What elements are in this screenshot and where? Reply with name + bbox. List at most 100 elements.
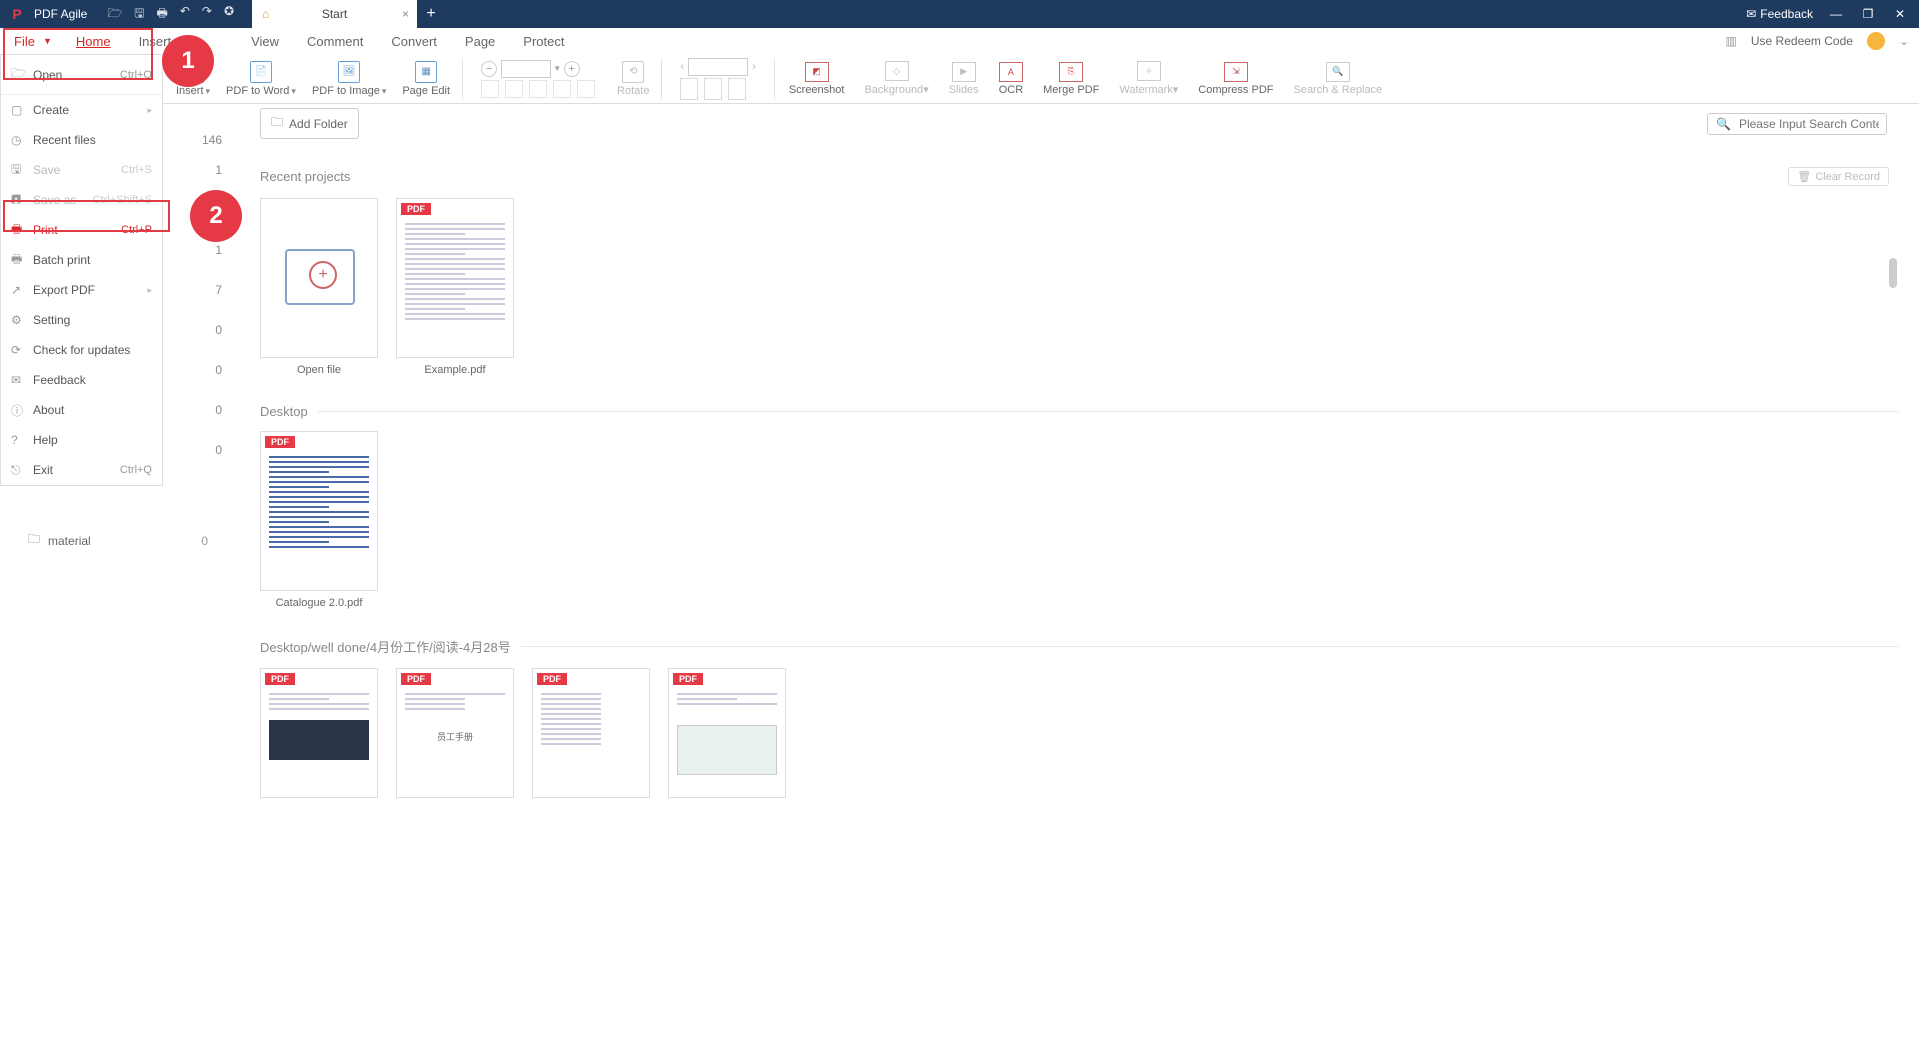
- file-menu-print[interactable]: 🖶 Print Ctrl+P: [1, 215, 162, 245]
- close-button[interactable]: ✕: [1891, 7, 1909, 21]
- home-icon: ⌂: [262, 7, 269, 21]
- file-menu-exit[interactable]: ⎋ Exit Ctrl+Q: [1, 455, 162, 485]
- chevron-right-icon: ▸: [147, 105, 152, 116]
- section-path3: Desktop/well done/4月份工作/阅读-4月28号: [260, 637, 1899, 656]
- file-menu-open[interactable]: 🗁 Open Ctrl+O: [1, 55, 162, 95]
- menubar: File ▼ Home Insert View Comment Convert …: [0, 28, 1919, 54]
- count-1: 1: [163, 150, 240, 190]
- file-menu-about[interactable]: ⓘ About: [1, 395, 162, 425]
- file-tile-catalogue[interactable]: PDF Catalogue 2.0.pdf: [260, 431, 378, 609]
- add-folder-button[interactable]: 🗀 Add Folder: [260, 108, 359, 139]
- sidebar-folder-count: 0: [201, 534, 208, 548]
- print-icon[interactable]: 🖶: [156, 4, 167, 25]
- count-0: 146: [163, 130, 240, 150]
- chevron-down-icon[interactable]: ⌄: [1899, 34, 1909, 48]
- file-menu-feedback[interactable]: ✉ Feedback: [1, 365, 162, 395]
- add-folder-icon: 🗀: [271, 113, 283, 134]
- open-icon[interactable]: 🗁: [107, 4, 122, 25]
- file-menu-batch[interactable]: 🖶 Batch print: [1, 245, 162, 275]
- file-menu-saveas-label: Save as: [33, 193, 76, 207]
- file-menu-feedback-label: Feedback: [33, 373, 86, 387]
- app-name: PDF Agile: [34, 7, 87, 21]
- annotation-circle-2: 2: [190, 190, 242, 242]
- search-input[interactable]: [1739, 117, 1879, 131]
- section-desktop: Desktop: [260, 404, 1899, 419]
- menu-page[interactable]: Page: [451, 34, 509, 49]
- maximize-button[interactable]: ❐: [1859, 7, 1877, 21]
- minimize-button[interactable]: —: [1827, 7, 1845, 21]
- tab-add-button[interactable]: +: [417, 5, 445, 23]
- file-menu-recent[interactable]: ◷ Recent files: [1, 125, 162, 155]
- count-5: 0: [163, 310, 240, 350]
- folder-icon: 🗀: [28, 530, 40, 551]
- redeem-link[interactable]: Use Redeem Code: [1751, 34, 1853, 48]
- open-icon: 🗁: [11, 64, 25, 85]
- batch-icon: 🖶: [11, 250, 25, 271]
- file-menu-updates-label: Check for updates: [33, 343, 130, 357]
- save-icon[interactable]: 🖫: [134, 4, 144, 25]
- section-desktop-label: Desktop: [260, 404, 308, 419]
- clear-record-label: Clear Record: [1815, 171, 1880, 183]
- export-icon: ↗: [11, 283, 25, 297]
- quick-access-toolbar: 🗁 🖫 🖶 ↶ ↷ ✪: [107, 4, 234, 25]
- menu-convert[interactable]: Convert: [377, 34, 451, 49]
- file-menu-open-shortcut: Ctrl+O: [120, 69, 152, 81]
- redo-icon[interactable]: ↷: [202, 4, 212, 25]
- file-menu-create[interactable]: ▢ Create ▸: [1, 95, 162, 125]
- section-recent-projects: Recent projects 🗑 Clear Record: [260, 167, 1899, 186]
- file-tile[interactable]: PDF 员工手册: [396, 668, 514, 798]
- scrollbar-thumb[interactable]: [1889, 258, 1897, 288]
- close-icon[interactable]: ×: [402, 7, 409, 21]
- pdf-tag: PDF: [401, 673, 431, 685]
- count-8: 0: [163, 430, 240, 470]
- file-tile[interactable]: PDF: [260, 668, 378, 798]
- file-tile[interactable]: PDF: [532, 668, 650, 798]
- file-menu-save-shortcut: Ctrl+S: [121, 164, 152, 176]
- user-avatar[interactable]: [1867, 32, 1885, 50]
- menu-comment[interactable]: Comment: [293, 34, 377, 49]
- feedback-icon: ✉: [11, 373, 25, 387]
- clear-record-button[interactable]: 🗑 Clear Record: [1788, 167, 1889, 186]
- file-tile[interactable]: PDF: [668, 668, 786, 798]
- file-tile-example[interactable]: PDF Example.pdf: [396, 198, 514, 376]
- sidebar-folder-item[interactable]: 🗀 material 0: [28, 530, 228, 551]
- file-tile-label: Example.pdf: [396, 364, 514, 376]
- undo-icon[interactable]: ↶: [180, 4, 190, 25]
- add-folder-label: Add Folder: [289, 117, 348, 131]
- menu-view[interactable]: View: [237, 34, 293, 49]
- file-menu-setting[interactable]: ⚙ Setting: [1, 305, 162, 335]
- file-menu-save: 🖫 Save Ctrl+S: [1, 155, 162, 185]
- titlebar: P PDF Agile 🗁 🖫 🖶 ↶ ↷ ✪ ⌂ Start × + ✉ Fe…: [0, 0, 1919, 28]
- open-file-label: Open file: [260, 364, 378, 376]
- gear-icon: ⚙: [11, 313, 25, 327]
- file-menu-print-label: Print: [33, 223, 58, 237]
- menu-file[interactable]: File ▼: [0, 28, 62, 54]
- save-icon: 🖫: [11, 160, 25, 181]
- file-menu-updates[interactable]: ⟳ Check for updates: [1, 335, 162, 365]
- search-icon: 🔍: [1716, 117, 1731, 131]
- file-menu-help[interactable]: ? Help: [1, 425, 162, 455]
- feedback-label: Feedback: [1760, 7, 1813, 21]
- search-box[interactable]: 🔍: [1707, 113, 1887, 135]
- file-menu-print-shortcut: Ctrl+P: [121, 224, 152, 236]
- star-icon[interactable]: ✪: [224, 4, 234, 25]
- section-recent-label: Recent projects: [260, 169, 350, 184]
- file-menu-recent-label: Recent files: [33, 133, 96, 147]
- updates-icon: ⟳: [11, 343, 25, 357]
- menu-file-label: File: [14, 34, 35, 49]
- titlebar-right: ✉ Feedback — ❐ ✕: [1746, 7, 1919, 21]
- annotation-circle-1: 1: [162, 35, 214, 87]
- menu-protect[interactable]: Protect: [509, 34, 578, 49]
- tab-start[interactable]: ⌂ Start ×: [252, 0, 417, 28]
- file-menu-export[interactable]: ↗ Export PDF ▸: [1, 275, 162, 305]
- feedback-link[interactable]: ✉ Feedback: [1746, 7, 1813, 21]
- count-6: 0: [163, 350, 240, 390]
- menu-home[interactable]: Home: [62, 34, 125, 49]
- info-icon: ⓘ: [11, 402, 25, 419]
- open-file-icon: [285, 249, 355, 305]
- create-icon: ▢: [11, 103, 25, 117]
- pdf-tag: PDF: [265, 436, 295, 448]
- pdf-tag: PDF: [673, 673, 703, 685]
- saveas-icon: 🖪: [11, 190, 25, 211]
- open-file-tile[interactable]: Open file: [260, 198, 378, 376]
